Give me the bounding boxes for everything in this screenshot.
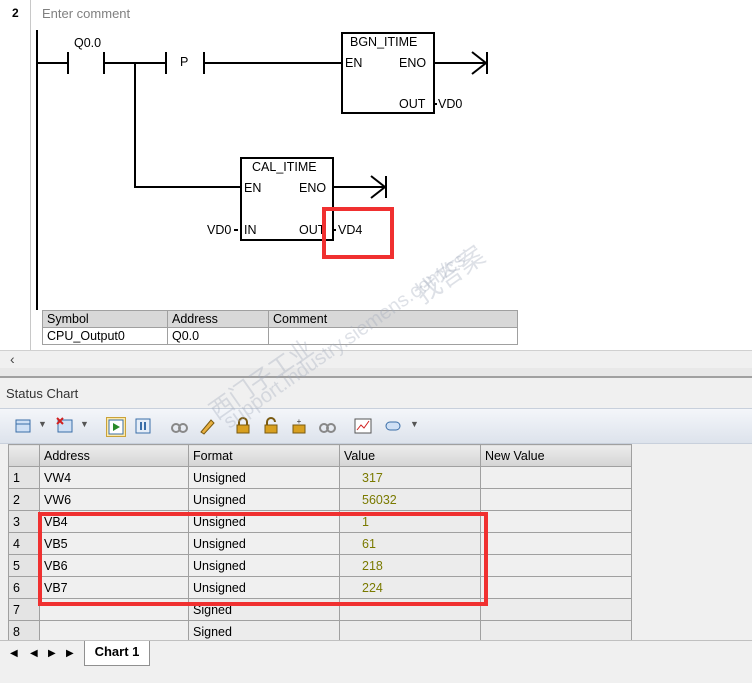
read-all-icon[interactable]: [318, 417, 336, 435]
highlight-box: [38, 512, 488, 606]
row-number: 7: [8, 598, 40, 621]
address-header[interactable]: Address: [39, 444, 189, 467]
new-value-cell[interactable]: [480, 510, 632, 533]
p-contact-label: P: [180, 55, 189, 69]
ladder-editor[interactable]: 2 Enter comment Q0.0 P BGN_ITIME EN ENO …: [0, 0, 752, 350]
symbol-cell[interactable]: CPU_Output0: [42, 327, 168, 345]
contact-left-bar: [67, 52, 69, 74]
row-number: 6: [8, 576, 40, 599]
svg-text:+: +: [297, 417, 302, 426]
prev-sheet-icon[interactable]: ◀: [30, 648, 38, 659]
address-header: Address: [167, 310, 269, 328]
format-cell[interactable]: Unsigned: [188, 466, 340, 489]
out-tick: [433, 103, 437, 105]
scroll-left-icon[interactable]: ‹: [10, 351, 15, 367]
wire: [37, 62, 67, 64]
in-tick: [234, 229, 238, 231]
address-cell[interactable]: Q0.0: [167, 327, 269, 345]
next-sheet-icon[interactable]: ▶: [48, 648, 56, 659]
tag-icon[interactable]: [384, 417, 402, 435]
branch-wire: [134, 186, 242, 188]
first-sheet-icon[interactable]: ◀: [10, 648, 18, 659]
dropdown-arrow-icon[interactable]: ▼: [80, 419, 89, 429]
symbol-table: Symbol Address Comment CPU_Output0 Q0.0: [42, 310, 518, 345]
block-en-pin: EN: [244, 181, 262, 195]
horizontal-scrollbar[interactable]: ‹: [0, 350, 752, 369]
symbol-header: Symbol: [42, 310, 168, 328]
value-cell: 56032: [339, 488, 481, 511]
row-number: 1: [8, 466, 40, 489]
eno-arrow-icon: [471, 51, 488, 75]
pencil-icon[interactable]: [198, 417, 216, 435]
status-chart-title: Status Chart: [6, 386, 79, 401]
read-icon[interactable]: [170, 417, 188, 435]
delete-row-icon[interactable]: [56, 417, 74, 435]
address-cell[interactable]: VW6: [39, 488, 189, 511]
new-value-cell[interactable]: [480, 488, 632, 511]
new-value-cell[interactable]: [480, 598, 632, 621]
new-value-cell[interactable]: [480, 554, 632, 577]
row-number: 3: [8, 510, 40, 533]
power-rail: [36, 30, 38, 310]
block-in-pin: IN: [244, 223, 257, 237]
table-row: 2 VW6 Unsigned 56032: [8, 488, 632, 511]
chart-status-icon[interactable]: [106, 417, 126, 437]
table-row: 1 VW4 Unsigned 317: [8, 466, 632, 489]
pane-splitter[interactable]: [0, 368, 752, 378]
trend-view-icon[interactable]: [354, 417, 372, 435]
unlock-icon[interactable]: [262, 417, 280, 435]
unlock-all-icon[interactable]: +: [290, 417, 308, 435]
block-title: BGN_ITIME: [350, 35, 418, 49]
value-cell: 317: [339, 466, 481, 489]
block-out-pin: OUT: [399, 97, 426, 111]
block-out-operand[interactable]: VD0: [438, 97, 462, 111]
insert-row-icon[interactable]: [14, 417, 32, 435]
block-en-pin: EN: [345, 56, 363, 70]
branch-wire: [134, 62, 136, 188]
pause-icon[interactable]: [134, 417, 152, 435]
address-cell[interactable]: VW4: [39, 466, 189, 489]
corner-cell: [8, 444, 40, 467]
new-value-header[interactable]: New Value: [480, 444, 632, 467]
sheet-tab-bar: ◀ ◀ ▶ ▶ Chart 1: [0, 640, 752, 671]
last-sheet-icon[interactable]: ▶: [66, 648, 74, 659]
p-contact-left-bar: [165, 52, 167, 74]
eno-arrow-icon: [370, 175, 387, 199]
status-chart-panel: Status Chart ▼ ▼ + ▼ Address Format Valu…: [0, 378, 752, 683]
row-number: 4: [8, 532, 40, 555]
new-value-cell[interactable]: [480, 576, 632, 599]
block-eno-pin: ENO: [399, 56, 427, 70]
format-header[interactable]: Format: [188, 444, 340, 467]
highlight-box: [322, 207, 394, 259]
new-value-cell[interactable]: [480, 466, 632, 489]
wire: [205, 62, 342, 64]
format-cell[interactable]: Unsigned: [188, 488, 340, 511]
new-value-cell[interactable]: [480, 532, 632, 555]
status-chart-toolbar: ▼ ▼ + ▼: [0, 408, 752, 444]
tab-chart-1[interactable]: Chart 1: [84, 641, 150, 666]
dropdown-arrow-icon[interactable]: ▼: [38, 419, 47, 429]
contact-label: Q0.0: [74, 36, 102, 50]
dropdown-arrow-icon[interactable]: ▼: [410, 419, 419, 429]
block-in-operand[interactable]: VD0: [207, 223, 231, 237]
value-header[interactable]: Value: [339, 444, 481, 467]
rung-number: 2: [12, 6, 19, 20]
rung-comment[interactable]: Enter comment: [42, 6, 130, 21]
rung-number-gutter: 2: [0, 0, 31, 350]
row-number: 5: [8, 554, 40, 577]
block-eno-pin: ENO: [299, 181, 327, 195]
block-title: CAL_ITIME: [252, 160, 317, 174]
row-number: 2: [8, 488, 40, 511]
